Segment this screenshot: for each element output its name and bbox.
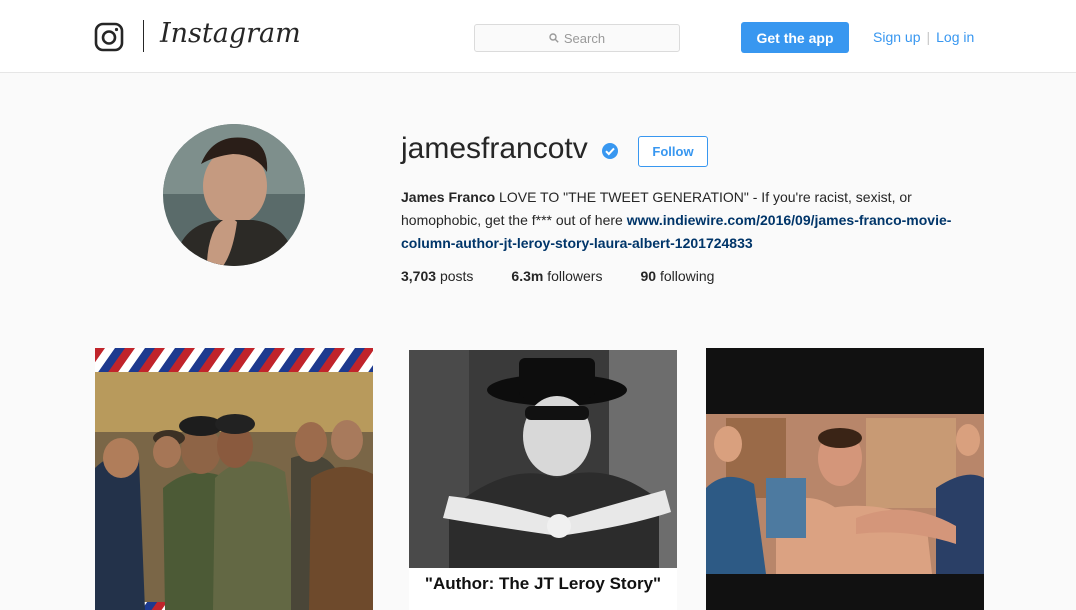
following-stat[interactable]: 90 following xyxy=(640,268,714,284)
post-thumbnail-3[interactable] xyxy=(706,348,984,610)
search-input[interactable]: Search xyxy=(474,24,680,52)
profile-bio: James Franco LOVE TO "THE TWEET GENERATI… xyxy=(401,186,981,255)
search-icon xyxy=(549,33,559,43)
profile-full-name: James Franco xyxy=(401,189,496,205)
verified-badge-icon xyxy=(602,143,618,159)
profile-avatar[interactable] xyxy=(163,124,305,266)
post-thumbnail-2[interactable]: "Author: The JT Leroy Story" xyxy=(409,350,677,610)
sign-up-link[interactable]: Sign up xyxy=(873,29,920,45)
get-the-app-button[interactable]: Get the app xyxy=(741,22,849,53)
following-label: following xyxy=(659,268,715,284)
followers-label: followers xyxy=(547,268,603,284)
auth-links: Sign up | Log in xyxy=(873,29,974,45)
log-in-link[interactable]: Log in xyxy=(936,29,974,45)
post-thumbnail-1[interactable] xyxy=(95,348,373,610)
posts-count: 3,703 xyxy=(401,268,437,284)
search-placeholder: Search xyxy=(563,30,606,46)
follow-button[interactable]: Follow xyxy=(638,136,708,167)
top-navigation-bar: Instagram Search Get the app Sign up | Log… xyxy=(0,0,1076,73)
auth-separator: | xyxy=(926,29,931,45)
posts-label: posts xyxy=(439,268,474,284)
logo-divider xyxy=(143,20,144,52)
followers-stat[interactable]: 6.3m followers xyxy=(511,268,602,284)
followers-count: 6.3m xyxy=(511,268,544,284)
instagram-logo-icon[interactable] xyxy=(94,22,124,52)
profile-username: jamesfrancotv xyxy=(401,132,588,165)
posts-stat: 3,703 posts xyxy=(401,268,473,284)
profile-stats: 3,703 posts 6.3m followers 90 following xyxy=(401,268,752,284)
instagram-wordmark[interactable]: Instagram xyxy=(160,18,301,49)
post-caption-text: "Author: The JT Leroy Story" xyxy=(424,574,662,593)
following-count: 90 xyxy=(640,268,657,284)
